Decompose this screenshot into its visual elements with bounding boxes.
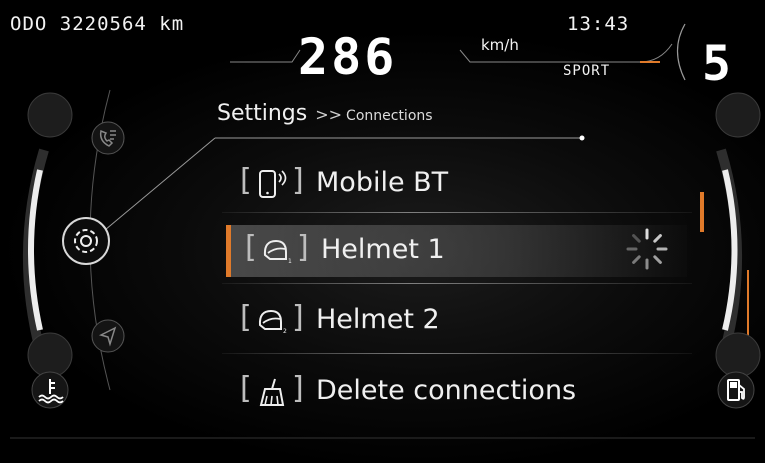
svg-text:1: 1	[288, 258, 292, 265]
menu-item-label: Delete connections	[316, 375, 577, 406]
bracket-right: ]	[292, 300, 304, 335]
bracket-left: [	[240, 163, 252, 198]
loading-spinner-icon	[626, 228, 668, 270]
broom-icon	[259, 378, 285, 406]
speed-readout: 286	[298, 28, 398, 86]
helmet-2-icon: 2	[258, 309, 287, 335]
menu-item-mobile-bt[interactable]: [ ] Mobile BT	[226, 158, 682, 210]
bracket-left: [	[240, 300, 252, 335]
bracket-right: ]	[292, 163, 304, 198]
menu-item-label: Mobile BT	[316, 167, 449, 198]
menu-item-label: Helmet 1	[321, 234, 445, 265]
menu-item-label: Helmet 2	[316, 304, 440, 335]
phone-bluetooth-icon	[259, 170, 287, 198]
menu-scrollbar[interactable]	[700, 192, 704, 232]
bracket-left: [	[240, 371, 252, 406]
menu-divider	[222, 283, 692, 284]
gear-indicator: 5	[702, 36, 732, 92]
odometer-readout: ODO 3220564 km	[10, 13, 185, 35]
menu-item-delete-connections[interactable]: [ ] Delete connections	[226, 366, 682, 418]
svg-text:2: 2	[283, 328, 287, 335]
menu-divider	[222, 353, 692, 354]
speed-unit-label: km/h	[481, 36, 519, 54]
coolant-temperature-icon	[31, 371, 69, 409]
breadcrumb: Settings >> Connections	[217, 101, 433, 126]
menu-item-helmet-1[interactable]: [ 1 ] Helmet 1	[226, 225, 687, 277]
breadcrumb-separator: >>	[315, 105, 343, 124]
settings-gear-icon[interactable]	[60, 215, 112, 267]
dashboard-screen: ODO 3220564 km 13:43 286 km/h SPORT 5 Se…	[0, 0, 765, 463]
ride-mode-label: SPORT	[563, 63, 611, 79]
menu-item-helmet-2[interactable]: [ 2 ] Helmet 2	[226, 295, 682, 347]
clock-readout: 13:43	[567, 13, 630, 35]
navigation-icon[interactable]	[90, 318, 126, 354]
bracket-right: ]	[297, 230, 309, 265]
breadcrumb-current: Connections	[346, 108, 433, 124]
page-title: Settings	[217, 101, 308, 126]
menu-divider	[222, 212, 692, 213]
bracket-left: [	[245, 230, 257, 265]
phone-call-icon[interactable]	[90, 120, 126, 156]
fuel-pump-icon	[717, 371, 755, 409]
bracket-right: ]	[292, 371, 304, 406]
helmet-1-icon: 1	[263, 239, 292, 265]
